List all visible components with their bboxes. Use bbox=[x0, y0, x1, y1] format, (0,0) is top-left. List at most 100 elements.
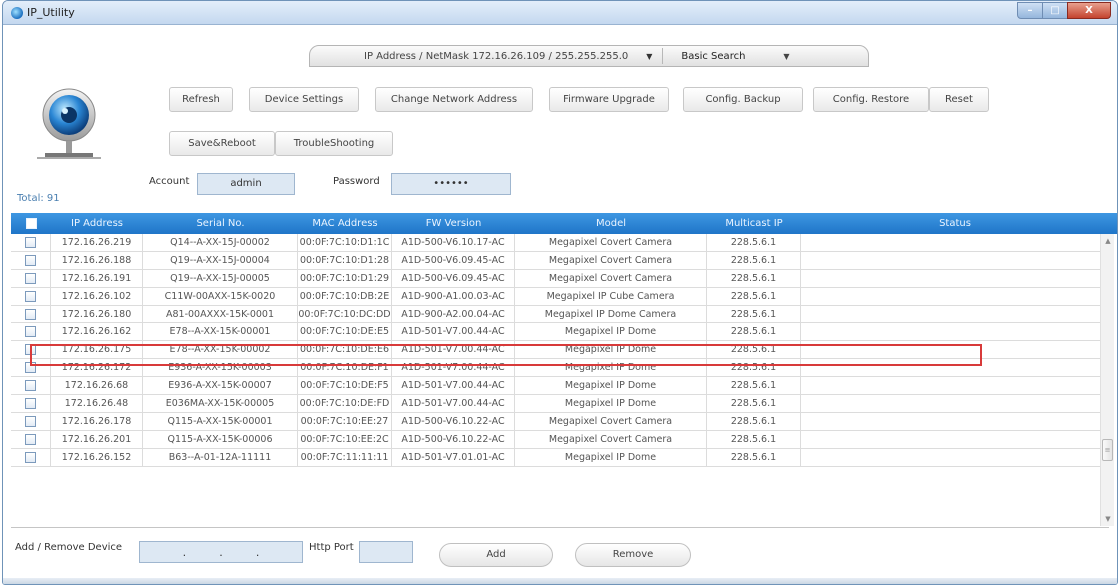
row-select-cell[interactable] bbox=[11, 269, 51, 287]
row-checkbox[interactable] bbox=[25, 433, 36, 445]
row-checkbox[interactable] bbox=[25, 415, 36, 427]
table-row[interactable]: 172.16.26.68 E936-A-XX-15K-00007 00:0F:7… bbox=[11, 377, 1109, 396]
row-checkbox[interactable] bbox=[25, 290, 36, 302]
refresh-button[interactable]: Refresh bbox=[169, 87, 233, 112]
add-button[interactable]: Add bbox=[439, 543, 553, 567]
row-checkbox[interactable] bbox=[25, 254, 36, 266]
troubleshooting-button[interactable]: TroubleShooting bbox=[275, 131, 393, 156]
device-ip-input[interactable]: . . . bbox=[139, 541, 303, 563]
row-select-cell[interactable] bbox=[11, 251, 51, 269]
cell-fw: A1D-500-V6.10.22-AC bbox=[392, 430, 515, 448]
title-bar[interactable]: IP_Utility – □ X bbox=[3, 1, 1117, 25]
table-row[interactable]: 172.16.26.48 E036MA-XX-15K-00005 00:0F:7… bbox=[11, 395, 1109, 413]
row-select-cell[interactable] bbox=[11, 430, 51, 448]
config-backup-button[interactable]: Config. Backup bbox=[683, 87, 803, 112]
cell-ip: 172.16.26.175 bbox=[51, 341, 143, 359]
row-checkbox[interactable] bbox=[25, 451, 36, 463]
ip-dot: . bbox=[182, 545, 187, 559]
chevron-down-icon[interactable]: ▼ bbox=[646, 52, 652, 61]
row-checkbox[interactable] bbox=[25, 398, 36, 410]
row-checkbox[interactable] bbox=[25, 380, 36, 392]
firmware-upgrade-button[interactable]: Firmware Upgrade bbox=[549, 87, 669, 112]
table-row[interactable]: 172.16.26.162 E78--A-XX-15K-00001 00:0F:… bbox=[11, 323, 1109, 342]
search-divider bbox=[662, 48, 664, 64]
password-input[interactable]: •••••• bbox=[391, 173, 511, 195]
table-row[interactable]: 172.16.26.219 Q14--A-XX-15J-00002 00:0F:… bbox=[11, 234, 1109, 252]
cell-status bbox=[801, 448, 1109, 466]
row-select-cell[interactable] bbox=[11, 305, 51, 323]
row-checkbox[interactable] bbox=[25, 344, 36, 356]
cell-mac: 00:0F:7C:10:DE:E5 bbox=[298, 323, 392, 341]
row-select-cell[interactable] bbox=[11, 412, 51, 430]
row-select-cell[interactable] bbox=[11, 377, 51, 395]
table-row-selected[interactable]: 172.16.26.180 A81-00AXXX-15K-0001 00:0F:… bbox=[11, 305, 1109, 324]
cell-serial: E936-A-XX-15K-00007 bbox=[143, 377, 298, 395]
minimize-button[interactable]: – bbox=[1017, 2, 1043, 19]
table-row[interactable]: 172.16.26.191 Q19--A-XX-15J-00005 00:0F:… bbox=[11, 269, 1109, 288]
reset-button[interactable]: Reset bbox=[929, 87, 989, 112]
header-ip-address[interactable]: IP Address bbox=[51, 213, 143, 234]
cell-model: Megapixel IP Dome bbox=[515, 448, 707, 466]
chevron-down-icon[interactable]: ▼ bbox=[783, 52, 789, 61]
cell-fw: A1D-501-V7.00.44-AC bbox=[392, 323, 515, 341]
table-row[interactable]: 172.16.26.188 Q19--A-XX-15J-00004 00:0F:… bbox=[11, 251, 1109, 270]
row-select-cell[interactable] bbox=[11, 234, 51, 251]
row-select-cell[interactable] bbox=[11, 359, 51, 377]
cell-serial: A81-00AXXX-15K-0001 bbox=[143, 305, 298, 323]
save-reboot-button[interactable]: Save&Reboot bbox=[169, 131, 275, 156]
remove-button[interactable]: Remove bbox=[575, 543, 691, 567]
row-checkbox[interactable] bbox=[25, 308, 36, 320]
cell-serial: Q19--A-XX-15J-00004 bbox=[143, 251, 298, 269]
cell-multicast: 228.5.6.1 bbox=[707, 448, 801, 466]
table-row[interactable]: 172.16.26.102 C11W-00AXX-15K-0020 00:0F:… bbox=[11, 287, 1109, 306]
header-model[interactable]: Model bbox=[515, 213, 707, 234]
header-multicast-ip[interactable]: Multicast IP bbox=[707, 213, 801, 234]
cell-serial: Q115-A-XX-15K-00001 bbox=[143, 412, 298, 430]
cell-fw: A1D-501-V7.00.44-AC bbox=[392, 377, 515, 395]
scroll-down-icon[interactable]: ▼ bbox=[1101, 512, 1115, 526]
table-row[interactable]: 172.16.26.172 E936-A-XX-15K-00003 00:0F:… bbox=[11, 359, 1109, 378]
cell-status bbox=[801, 269, 1109, 287]
table-scrollbar[interactable]: ▲ ≡ ▼ bbox=[1100, 234, 1114, 526]
cell-mac: 00:0F:7C:10:DE:E6 bbox=[298, 341, 392, 359]
cell-model: Megapixel Covert Camera bbox=[515, 269, 707, 287]
table-row[interactable]: 172.16.26.201 Q115-A-XX-15K-00006 00:0F:… bbox=[11, 430, 1109, 449]
cell-status bbox=[801, 323, 1109, 341]
ip-netmask-select[interactable]: IP Address / NetMask 172.16.26.109 / 255… bbox=[364, 51, 628, 62]
row-select-cell[interactable] bbox=[11, 323, 51, 341]
row-select-cell[interactable] bbox=[11, 287, 51, 305]
header-serial-no[interactable]: Serial No. bbox=[143, 213, 298, 234]
cell-multicast: 228.5.6.1 bbox=[707, 412, 801, 430]
account-input[interactable]: admin bbox=[197, 173, 295, 195]
select-all-checkbox[interactable] bbox=[11, 213, 51, 234]
cell-ip: 172.16.26.201 bbox=[51, 430, 143, 448]
cell-multicast: 228.5.6.1 bbox=[707, 359, 801, 377]
device-settings-button[interactable]: Device Settings bbox=[249, 87, 359, 112]
cell-serial: E78--A-XX-15K-00001 bbox=[143, 323, 298, 341]
cell-fw: A1D-501-V7.00.44-AC bbox=[392, 395, 515, 412]
row-checkbox[interactable] bbox=[25, 237, 36, 248]
cell-mac: 00:0F:7C:10:DE:FD bbox=[298, 395, 392, 412]
row-checkbox[interactable] bbox=[25, 362, 36, 374]
header-mac-address[interactable]: MAC Address bbox=[298, 213, 392, 234]
row-select-cell[interactable] bbox=[11, 448, 51, 466]
search-mode-select[interactable]: Basic Search bbox=[681, 51, 745, 62]
table-row[interactable]: 172.16.26.152 B63--A-01-12A-11111 00:0F:… bbox=[11, 448, 1109, 467]
close-button[interactable]: X bbox=[1067, 2, 1111, 19]
change-network-address-button[interactable]: Change Network Address bbox=[375, 87, 533, 112]
cell-multicast: 228.5.6.1 bbox=[707, 234, 801, 251]
scroll-thumb[interactable]: ≡ bbox=[1102, 439, 1113, 461]
scroll-up-icon[interactable]: ▲ bbox=[1101, 234, 1115, 248]
row-checkbox[interactable] bbox=[25, 272, 36, 284]
header-fw-version[interactable]: FW Version bbox=[392, 213, 515, 234]
row-checkbox[interactable] bbox=[25, 326, 36, 338]
maximize-button[interactable]: □ bbox=[1042, 2, 1068, 19]
maximize-icon: □ bbox=[1050, 5, 1060, 16]
http-port-input[interactable] bbox=[359, 541, 413, 563]
table-row[interactable]: 172.16.26.178 Q115-A-XX-15K-00001 00:0F:… bbox=[11, 412, 1109, 431]
table-row[interactable]: 172.16.26.175 E78--A-XX-15K-00002 00:0F:… bbox=[11, 341, 1109, 360]
header-status[interactable]: Status bbox=[801, 213, 1109, 234]
row-select-cell[interactable] bbox=[11, 341, 51, 359]
row-select-cell[interactable] bbox=[11, 395, 51, 412]
config-restore-button[interactable]: Config. Restore bbox=[813, 87, 929, 112]
